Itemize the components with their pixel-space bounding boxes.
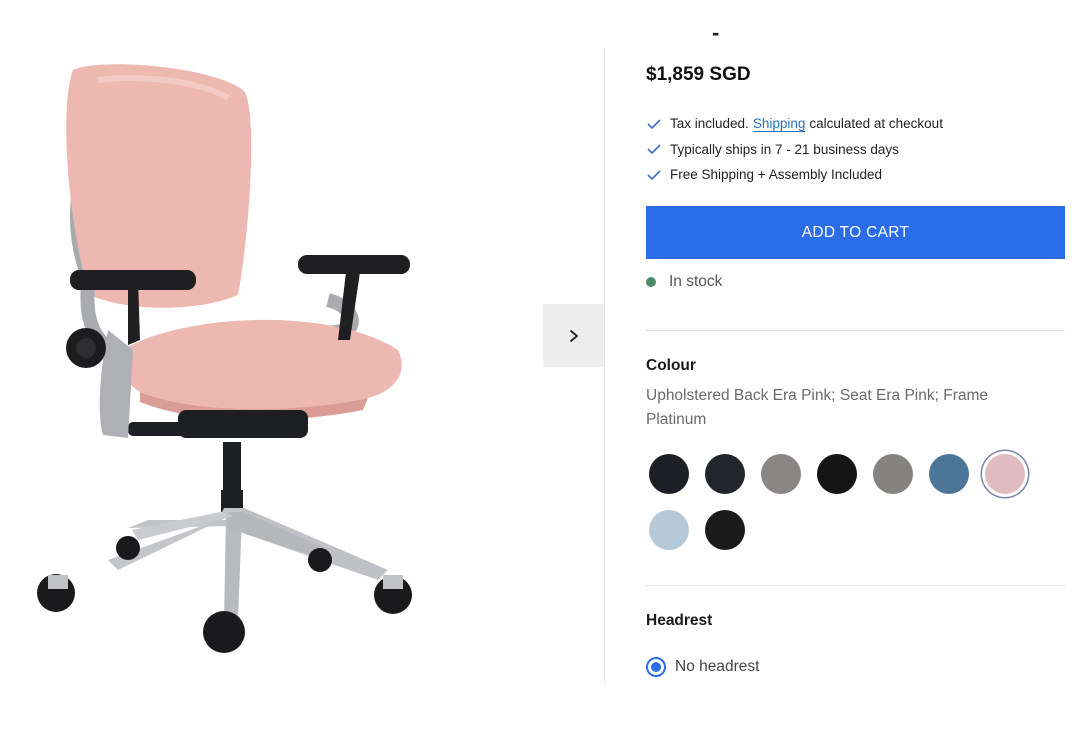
colour-swatch[interactable] — [649, 454, 689, 494]
checkmark-icon — [646, 118, 664, 130]
product-info-list: Tax included. Shipping calculated at che… — [646, 111, 943, 188]
colour-description: Upholstered Back Era Pink; Seat Era Pink… — [646, 387, 989, 428]
stock-dot-icon — [646, 277, 656, 287]
colour-swatch[interactable] — [817, 454, 857, 494]
divider — [646, 330, 1065, 331]
gallery-next-button[interactable] — [543, 304, 604, 367]
info-item-tax: Tax included. Shipping calculated at che… — [646, 111, 943, 137]
colour-label: Colour — [646, 357, 696, 374]
checkmark-icon — [646, 169, 664, 181]
headrest-option-label: No headrest — [675, 658, 760, 675]
headrest-label: Headrest — [646, 612, 713, 629]
colour-swatch[interactable] — [761, 454, 801, 494]
info-ships-text: Typically ships in 7 - 21 business days — [670, 141, 899, 157]
divider-vertical — [604, 48, 605, 684]
product-price: $1,859 SGD — [646, 64, 751, 85]
info-tax-text-end: calculated at checkout — [809, 116, 943, 132]
product-image — [37, 64, 412, 653]
colour-swatch[interactable] — [873, 454, 913, 494]
product-gallery — [0, 0, 604, 741]
chevron-right-icon — [567, 329, 581, 343]
add-to-cart-button[interactable]: ADD TO CART — [646, 206, 1065, 259]
colour-swatch[interactable] — [705, 510, 745, 550]
product-title-fragment: - — [712, 20, 720, 45]
checkmark-icon — [646, 143, 664, 155]
headrest-option-none[interactable]: No headrest — [646, 657, 759, 677]
stock-label: In stock — [669, 273, 723, 290]
shipping-link[interactable]: Shipping — [753, 116, 806, 131]
radio-selected-dot — [651, 662, 661, 672]
stock-status: In stock — [646, 273, 722, 291]
colour-swatch[interactable] — [705, 454, 745, 494]
info-item-ships: Typically ships in 7 - 21 business days — [646, 137, 943, 163]
info-tax-text: Tax included. — [670, 116, 749, 132]
info-free-shipping-text: Free Shipping + Assembly Included — [670, 167, 882, 183]
info-item-free-shipping: Free Shipping + Assembly Included — [646, 162, 943, 188]
colour-swatch[interactable] — [985, 454, 1025, 494]
radio-button[interactable] — [646, 657, 666, 677]
divider — [646, 585, 1065, 586]
colour-swatch[interactable] — [929, 454, 969, 494]
colour-swatch[interactable] — [649, 510, 689, 550]
